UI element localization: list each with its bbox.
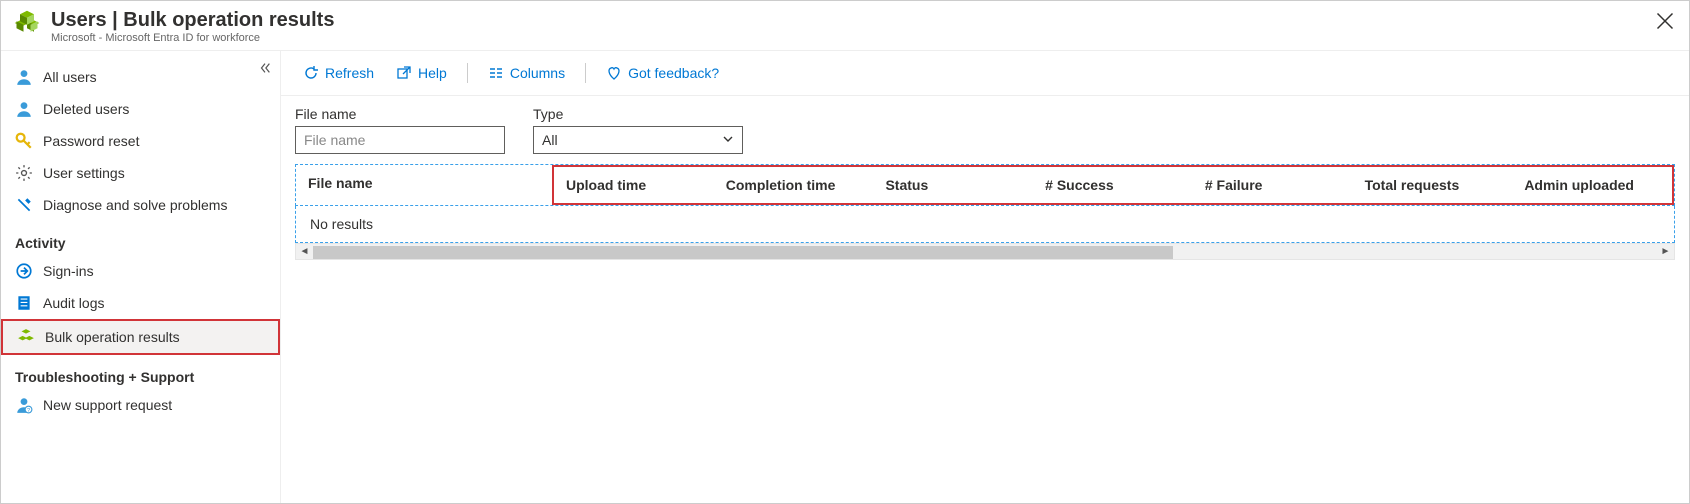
chevron-down-icon [722, 132, 734, 148]
chevron-double-left-icon [258, 61, 272, 75]
nav-label: Diagnose and solve problems [43, 197, 227, 213]
sidebar-item-audit-logs[interactable]: Audit logs [1, 287, 280, 319]
column-header-admin-uploaded[interactable]: Admin uploaded [1512, 167, 1672, 203]
support-icon: ? [15, 396, 33, 414]
refresh-icon [303, 65, 319, 81]
toolbar-label: Got feedback? [628, 65, 719, 81]
field-label: Type [533, 106, 743, 122]
sidebar-item-deleted-users[interactable]: Deleted users [1, 93, 280, 125]
user-icon [15, 68, 33, 86]
table-header: File name Upload time Completion time St… [295, 164, 1675, 206]
sidebar-item-all-users[interactable]: All users [1, 61, 280, 93]
horizontal-scrollbar[interactable]: ◄ ► [295, 243, 1675, 260]
section-troubleshoot: Troubleshooting + Support [1, 355, 280, 389]
close-button[interactable] [1655, 11, 1675, 31]
filter-filename: File name [295, 106, 505, 154]
scroll-right-arrow[interactable]: ► [1657, 243, 1674, 260]
results-table: File name Upload time Completion time St… [295, 164, 1675, 243]
scroll-thumb[interactable] [313, 246, 1173, 259]
type-select[interactable]: All [533, 126, 743, 154]
column-header-filename[interactable]: File name [296, 165, 552, 205]
column-header-total-requests[interactable]: Total requests [1353, 167, 1513, 203]
sidebar: All users Deleted users Password reset U… [1, 51, 281, 503]
nav-label: Sign-ins [43, 263, 94, 279]
sidebar-item-password-reset[interactable]: Password reset [1, 125, 280, 157]
toolbar-separator [467, 63, 468, 83]
toolbar-label: Refresh [325, 65, 374, 81]
nav-label: Password reset [43, 133, 139, 149]
nav-label: Deleted users [43, 101, 129, 117]
svg-text:?: ? [27, 408, 30, 414]
column-header-completion-time[interactable]: Completion time [714, 167, 874, 203]
nav-label: User settings [43, 165, 125, 181]
sidebar-item-new-support-request[interactable]: ? New support request [1, 389, 280, 421]
close-icon [1655, 11, 1675, 31]
heart-icon [606, 65, 622, 81]
highlighted-columns: Upload time Completion time Status # Suc… [552, 165, 1674, 205]
external-link-icon [396, 65, 412, 81]
sidebar-item-user-settings[interactable]: User settings [1, 157, 280, 189]
select-value: All [542, 132, 558, 148]
field-label: File name [295, 106, 505, 122]
section-activity: Activity [1, 221, 280, 255]
page-header: Users | Bulk operation results Microsoft… [1, 1, 1689, 51]
toolbar-separator [585, 63, 586, 83]
signin-icon [15, 262, 33, 280]
columns-icon [488, 65, 504, 81]
collapse-sidebar-button[interactable] [258, 61, 272, 78]
key-icon [15, 132, 33, 150]
table-empty-message: No results [295, 206, 1675, 243]
feedback-button[interactable]: Got feedback? [598, 61, 727, 85]
filter-bar: File name Type All [281, 96, 1689, 162]
wrench-icon [15, 196, 33, 214]
filename-input[interactable] [295, 126, 505, 154]
toolbar-label: Columns [510, 65, 565, 81]
cubes-icon [17, 328, 35, 346]
nav-label: Bulk operation results [45, 329, 180, 345]
column-header-success[interactable]: # Success [1033, 167, 1193, 203]
column-header-status[interactable]: Status [873, 167, 1033, 203]
cubes-icon [13, 9, 41, 37]
sidebar-item-bulk-operation-results[interactable]: Bulk operation results [1, 319, 280, 355]
user-icon [15, 100, 33, 118]
log-icon [15, 294, 33, 312]
column-header-failure[interactable]: # Failure [1193, 167, 1353, 203]
toolbar-label: Help [418, 65, 447, 81]
sidebar-item-signins[interactable]: Sign-ins [1, 255, 280, 287]
nav-label: All users [43, 69, 97, 85]
column-header-upload-time[interactable]: Upload time [554, 167, 714, 203]
toolbar: Refresh Help Columns Got feedback? [281, 51, 1689, 96]
help-button[interactable]: Help [388, 61, 455, 85]
gear-icon [15, 164, 33, 182]
sidebar-item-diagnose[interactable]: Diagnose and solve problems [1, 189, 280, 221]
columns-button[interactable]: Columns [480, 61, 573, 85]
main-content: Refresh Help Columns Got feedback? File … [281, 51, 1689, 503]
filter-type: Type All [533, 106, 743, 154]
nav-label: New support request [43, 397, 172, 413]
page-title: Users | Bulk operation results [51, 9, 334, 31]
scroll-left-arrow[interactable]: ◄ [296, 243, 313, 260]
refresh-button[interactable]: Refresh [295, 61, 382, 85]
page-subtitle: Microsoft - Microsoft Entra ID for workf… [51, 32, 334, 44]
nav-label: Audit logs [43, 295, 104, 311]
header-text-block: Users | Bulk operation results Microsoft… [51, 9, 334, 44]
